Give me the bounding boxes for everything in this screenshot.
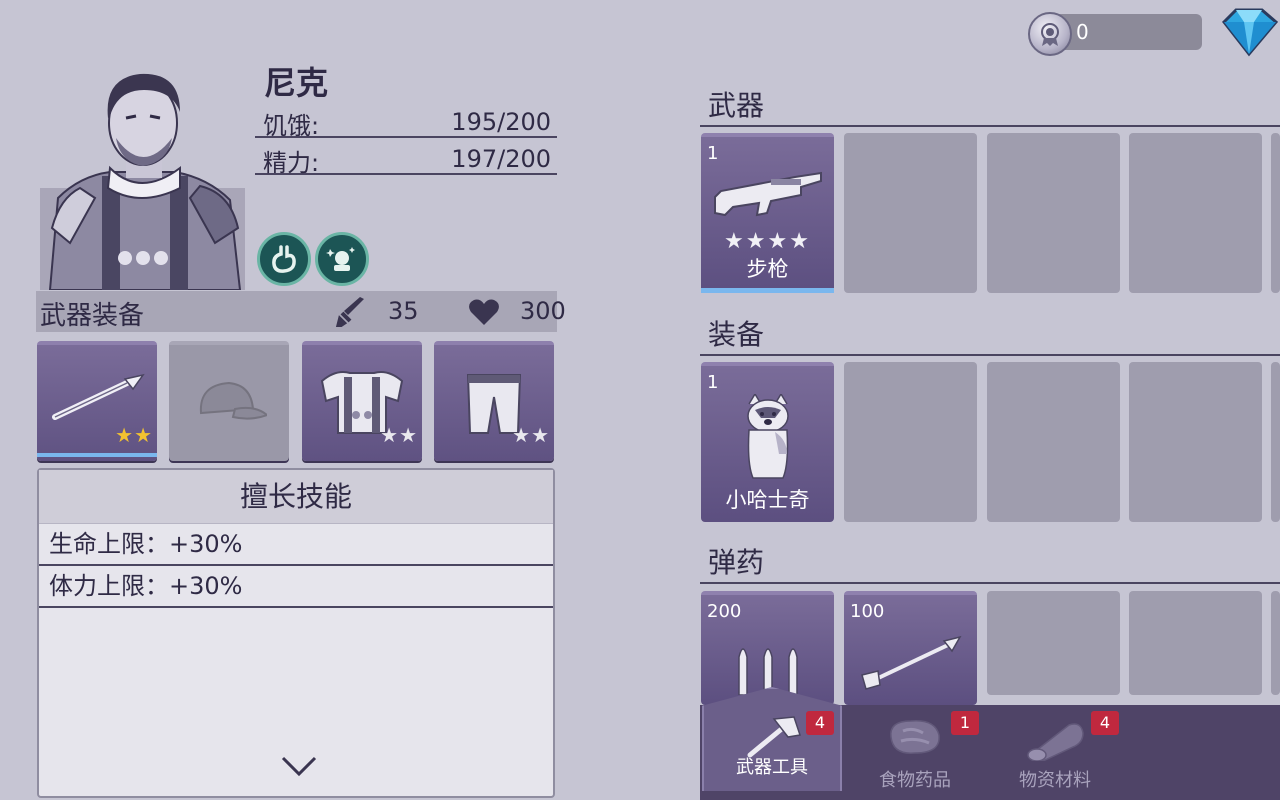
item-count: 1 [707, 143, 719, 164]
equipment-title: 武器装备 [40, 301, 145, 331]
inventory-empty-slot[interactable] [1129, 591, 1262, 695]
inventory-empty-slot[interactable] [1271, 133, 1280, 293]
skill-row: 体力上限：+30% [39, 566, 553, 608]
item-count: 200 [707, 601, 742, 622]
medal-icon [1028, 12, 1072, 56]
tab-badge: 4 [1091, 711, 1119, 735]
husky-icon [741, 392, 795, 484]
inventory-empty-slot[interactable] [1271, 591, 1280, 695]
slot-stars: ★★ [512, 423, 550, 447]
tab-label: 食物药品 [879, 770, 951, 791]
tab-weapons-tools[interactable]: 4 武器工具 [702, 687, 842, 791]
inventory-item-husky[interactable]: 1 小哈士奇 [701, 362, 834, 522]
weapons-section-title: 武器 [708, 89, 765, 122]
inventory-empty-slot[interactable] [1129, 362, 1262, 522]
durability-bar [37, 453, 157, 457]
hunger-value: 195/200 [451, 108, 551, 136]
meat-icon [885, 717, 945, 762]
divider [700, 582, 1280, 584]
inventory-item-bullets[interactable]: 200 [701, 591, 834, 705]
equipment-bar: 武器装备 35 300 [36, 291, 566, 334]
heart-icon [468, 298, 500, 333]
health-value: 300 [520, 297, 566, 325]
arrow-icon [858, 635, 962, 695]
inventory-empty-slot[interactable] [844, 362, 977, 522]
equip-slot-legs[interactable]: ★★ [434, 341, 554, 461]
inventory-empty-slot[interactable] [1129, 133, 1262, 293]
character-portrait [40, 68, 245, 291]
inventory-empty-slot[interactable] [844, 133, 977, 293]
tab-label: 物资材料 [1019, 770, 1091, 791]
inventory-item-rifle[interactable]: 1 ★★★★ 步枪 [701, 133, 834, 293]
inventory-empty-slot[interactable] [1271, 362, 1280, 522]
inventory-empty-slot[interactable] [987, 591, 1120, 695]
slot-stars: ★★ [115, 423, 153, 447]
divider [700, 125, 1280, 127]
item-name: 小哈士奇 [725, 488, 810, 512]
inventory-empty-slot[interactable] [987, 362, 1120, 522]
energy-label: 精力: [263, 149, 320, 177]
equip-slot-weapon[interactable]: ★★ [37, 341, 157, 461]
equip-slot-body[interactable]: ★★ [302, 341, 422, 461]
attack-value: 35 [388, 297, 419, 325]
character-name: 尼克 [264, 64, 329, 102]
equip-slot-head[interactable] [169, 341, 289, 461]
mood-icon[interactable] [315, 232, 369, 286]
diamond-icon[interactable] [1218, 8, 1280, 58]
item-stars: ★★★★ [724, 229, 811, 254]
cap-icon [195, 379, 269, 429]
slot-stars: ★★ [380, 423, 418, 447]
inventory-item-arrows[interactable]: 100 [844, 591, 977, 705]
tab-food-medicine[interactable]: 1 食物药品 [845, 705, 985, 800]
medal-count: 0 [1050, 14, 1202, 50]
item-count: 100 [850, 601, 885, 622]
rifle-icon [711, 167, 823, 231]
chevron-down-icon[interactable] [279, 754, 319, 782]
energy-value: 197/200 [451, 145, 551, 173]
tab-badge: 1 [951, 711, 979, 735]
log-icon [1025, 717, 1085, 766]
spear-icon [49, 373, 145, 427]
skills-title: 擅长技能 [39, 470, 553, 524]
category-tabbar: 4 武器工具 1 食物药品 4 物资材料 [700, 687, 1280, 800]
skill-row: 生命上限：+30% [39, 524, 553, 566]
ammo-section-title: 弹药 [708, 546, 765, 579]
stomach-icon[interactable] [257, 232, 311, 286]
durability-bar [701, 288, 834, 293]
divider [700, 354, 1280, 356]
hunger-label: 饥饿: [263, 112, 320, 140]
tab-materials[interactable]: 4 物资材料 [985, 705, 1125, 800]
medal-currency[interactable]: 0 [1028, 12, 1202, 56]
inventory-empty-slot[interactable] [987, 133, 1120, 293]
skills-panel: 擅长技能 生命上限：+30% 体力上限：+30% [37, 468, 555, 798]
hunger-stat: 饥饿: 195/200 [255, 104, 557, 140]
item-name: 步枪 [746, 257, 789, 281]
sword-icon [334, 297, 368, 334]
item-count: 1 [707, 372, 719, 393]
gear-section-title: 装备 [708, 318, 765, 351]
energy-stat: 精力: 197/200 [255, 141, 557, 177]
tab-badge: 4 [806, 711, 834, 735]
tab-label: 武器工具 [736, 757, 808, 778]
